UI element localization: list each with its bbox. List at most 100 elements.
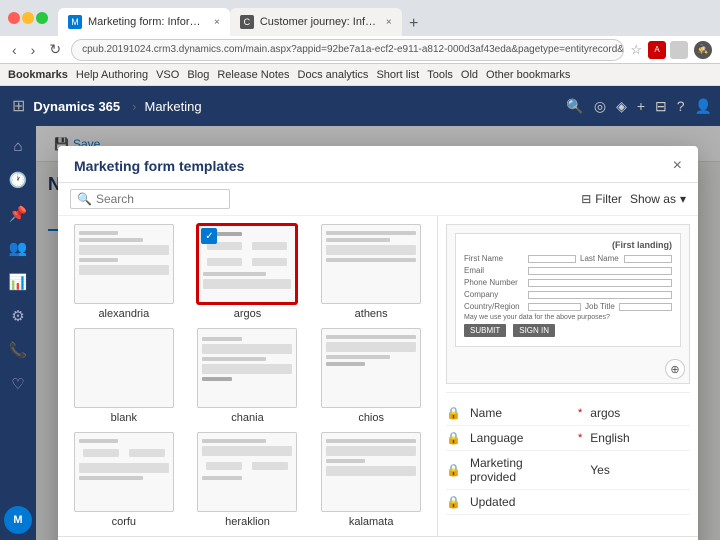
template-label-blank: blank xyxy=(111,412,137,424)
bookmark-release-notes[interactable]: Release Notes xyxy=(217,69,289,81)
show-as-button[interactable]: Show as ▾ xyxy=(630,192,686,206)
template-item-chios[interactable]: chios xyxy=(313,328,429,424)
bookmark-bookmarks[interactable]: Bookmarks xyxy=(8,69,68,81)
new-tab-button[interactable]: + xyxy=(402,12,426,36)
bookmark-short-list[interactable]: Short list xyxy=(376,69,419,81)
chevron-down-icon: ▾ xyxy=(680,192,686,206)
mini-form-row-phone: Phone Number xyxy=(464,278,672,287)
ext-1[interactable] xyxy=(670,41,688,59)
template-thumb-alexandria[interactable] xyxy=(74,224,174,304)
bookmark-other[interactable]: Other bookmarks xyxy=(486,69,570,81)
url-bar[interactable]: cpub.20191024.crm3.dynamics.com/main.asp… xyxy=(71,39,624,61)
sidebar-icon-heart[interactable]: ♡ xyxy=(2,368,34,400)
max-btn[interactable] xyxy=(36,12,48,24)
marketing-lock-icon: 🔒 xyxy=(446,463,462,477)
location-nav-icon[interactable]: ◈ xyxy=(616,98,627,115)
sidebar-icon-phone[interactable]: 📞 xyxy=(2,334,34,366)
tab-close-1[interactable]: × xyxy=(214,17,220,28)
d365-nav-right: 🔍 ◎ ◈ + ⊟ ? 👤 xyxy=(566,98,712,115)
template-label-corfu: corfu xyxy=(112,516,136,528)
address-bar: ‹ › ↻ cpub.20191024.crm3.dynamics.com/ma… xyxy=(0,36,720,64)
prop-label-name: Name xyxy=(470,406,570,420)
template-thumb-chania[interactable] xyxy=(197,328,297,408)
tab-customer-journey[interactable]: C Customer journey: Information: ... × xyxy=(230,8,402,36)
filter-label: Filter xyxy=(595,192,622,206)
back-button[interactable]: ‹ xyxy=(8,40,21,60)
bookmark-vso[interactable]: VSO xyxy=(156,69,179,81)
mini-form-buttons-row: SUBMIT SIGN IN xyxy=(464,324,672,337)
sidebar-icon-recent[interactable]: 🕐 xyxy=(2,164,34,196)
template-thumb-argos[interactable]: ✓ xyxy=(197,224,297,304)
template-item-blank[interactable]: blank xyxy=(66,328,182,424)
question-nav-icon[interactable]: ? xyxy=(677,98,685,114)
filter-nav-icon[interactable]: ⊟ xyxy=(655,98,667,115)
template-item-athens[interactable]: athens xyxy=(313,224,429,320)
form-preview-area: (First landing) First Name Last Name Ema… xyxy=(446,224,690,384)
d365-app-label[interactable]: Marketing xyxy=(144,99,201,114)
template-thumb-athens[interactable] xyxy=(321,224,421,304)
template-thumb-corfu[interactable] xyxy=(74,432,174,512)
tab-icon-2: C xyxy=(240,15,254,29)
sidebar-icon-people[interactable]: 👥 xyxy=(2,232,34,264)
template-thumb-chios[interactable] xyxy=(321,328,421,408)
bookmark-old[interactable]: Old xyxy=(461,69,478,81)
prop-label-marketing: Marketing provided xyxy=(470,456,570,484)
forward-button[interactable]: › xyxy=(27,40,40,60)
extension-buttons: A xyxy=(648,41,688,59)
close-btn[interactable] xyxy=(8,12,20,24)
dialog-title: Marketing form templates xyxy=(74,158,244,174)
tab-close-2[interactable]: × xyxy=(386,17,392,28)
bookmark-blog[interactable]: Blog xyxy=(187,69,209,81)
template-label-kalamata: kalamata xyxy=(349,516,394,528)
search-nav-icon[interactable]: 🔍 xyxy=(566,98,583,115)
prop-label-updated: Updated xyxy=(470,495,570,509)
template-thumb-heraklion[interactable] xyxy=(197,432,297,512)
refresh-button[interactable]: ↻ xyxy=(45,39,65,60)
sidebar-icon-home[interactable]: ⌂ xyxy=(2,130,34,162)
dialog-close-button[interactable]: × xyxy=(673,158,682,174)
sidebar-icon-settings[interactable]: ⚙ xyxy=(2,300,34,332)
template-label-heraklion: heraklion xyxy=(225,516,270,528)
sidebar-icon-chart[interactable]: 📊 xyxy=(2,266,34,298)
show-as-label: Show as xyxy=(630,192,676,206)
dialog-header: Marketing form templates × xyxy=(58,146,698,183)
template-label-athens: athens xyxy=(355,308,388,320)
waffle-menu-icon[interactable]: ⊞ xyxy=(8,92,29,120)
template-thumb-blank[interactable] xyxy=(74,328,174,408)
template-label-chania: chania xyxy=(231,412,263,424)
mini-form-row-email: Email xyxy=(464,266,672,275)
min-btn[interactable] xyxy=(22,12,34,24)
bookmarks-bar: Bookmarks Help Authoring VSO Blog Releas… xyxy=(0,64,720,86)
sidebar-icon-pin[interactable]: 📌 xyxy=(2,198,34,230)
template-item-corfu[interactable]: corfu xyxy=(66,432,182,528)
mini-signin-btn: SIGN IN xyxy=(513,324,555,337)
template-item-kalamata[interactable]: kalamata xyxy=(313,432,429,528)
mini-form-row-country: Country/Region Job Title xyxy=(464,302,672,311)
zoom-icon[interactable]: ⊕ xyxy=(665,359,685,379)
bookmark-tools[interactable]: Tools xyxy=(427,69,453,81)
bookmark-docs-analytics[interactable]: Docs analytics xyxy=(298,69,369,81)
template-item-heraklion[interactable]: heraklion xyxy=(190,432,306,528)
target-nav-icon[interactable]: ◎ xyxy=(594,98,606,115)
browser-chrome: M Marketing form: Information: Ne... × C… xyxy=(0,0,720,36)
bookmark-star-icon[interactable]: ☆ xyxy=(630,42,642,58)
prop-value-language: English xyxy=(590,431,690,445)
sidebar-user-avatar[interactable]: M xyxy=(4,506,32,534)
tab-marketing-form[interactable]: M Marketing form: Information: Ne... × xyxy=(58,8,230,36)
template-item-argos[interactable]: ✓ xyxy=(190,224,306,320)
search-input[interactable] xyxy=(96,192,216,206)
user-nav-icon[interactable]: 👤 xyxy=(695,98,712,115)
plus-nav-icon[interactable]: + xyxy=(637,98,645,114)
filter-button[interactable]: ⊟ Filter xyxy=(581,192,622,206)
search-box[interactable]: 🔍 xyxy=(70,189,230,209)
bookmark-help-authoring[interactable]: Help Authoring xyxy=(76,69,148,81)
aep-ext[interactable]: A xyxy=(648,41,666,59)
template-thumb-kalamata[interactable] xyxy=(321,432,421,512)
d365-brand-label[interactable]: Dynamics 365 xyxy=(33,99,120,114)
template-item-chania[interactable]: chania xyxy=(190,328,306,424)
template-item-alexandria[interactable]: alexandria xyxy=(66,224,182,320)
sidebar: ⌂ 🕐 📌 👥 📊 ⚙ 📞 ♡ M xyxy=(0,126,36,540)
template-grid: alexandria ✓ xyxy=(58,216,438,536)
url-text: cpub.20191024.crm3.dynamics.com/main.asp… xyxy=(82,44,624,55)
template-label-chios: chios xyxy=(358,412,384,424)
